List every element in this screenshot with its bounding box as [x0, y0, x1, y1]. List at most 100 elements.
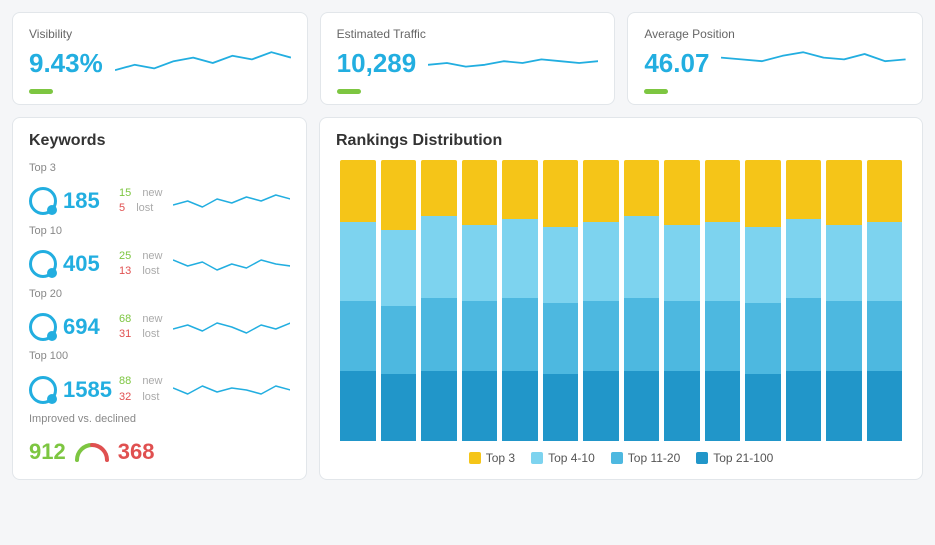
- bar-top11to20: [786, 298, 822, 371]
- bar-top3: [421, 160, 457, 216]
- kw-meta-0: 15 new 5 lost: [119, 186, 163, 217]
- legend-label: Top 21-100: [713, 451, 773, 465]
- rankings-title: Rankings Distribution: [336, 132, 906, 150]
- bar-top21to100: [462, 371, 498, 441]
- sparkline-estimated-traffic: [428, 45, 598, 81]
- improved-value: 912: [29, 439, 66, 465]
- kw-meta-1: 25 new 13 lost: [119, 249, 163, 280]
- legend-label: Top 11-20: [628, 451, 680, 465]
- metric-value-row-average-position: 46.07: [644, 45, 906, 81]
- kw-new-3: 88: [119, 374, 131, 389]
- bar-top4to10: [462, 225, 498, 301]
- declined-value: 368: [118, 439, 155, 465]
- bar-top11to20: [664, 301, 700, 371]
- bar-group: [421, 160, 457, 441]
- improved-section: Improved vs. declined 912 368: [29, 413, 290, 465]
- bar-top21to100: [786, 371, 822, 441]
- bar-top3: [340, 160, 376, 222]
- bar-top21to100: [583, 371, 619, 441]
- kw-number-1: 405: [63, 251, 113, 277]
- metric-value-row-visibility: 9.43%: [29, 45, 291, 81]
- kw-label-1: Top 10: [29, 225, 290, 237]
- kw-sparkline-3: [173, 376, 291, 404]
- bar-top4to10: [624, 216, 660, 298]
- bar-top11to20: [340, 301, 376, 371]
- metric-label-visibility: Visibility: [29, 27, 291, 41]
- legend-item: Top 21-100: [696, 451, 773, 465]
- kw-new-2: 68: [119, 312, 131, 327]
- chart-legend: Top 3 Top 4-10 Top 11-20 Top 21-100: [336, 451, 906, 465]
- kw-row-2: 694 68 new 31 lost: [29, 304, 290, 351]
- bar-top21to100: [664, 371, 700, 441]
- metric-label-average-position: Average Position: [644, 27, 906, 41]
- bar-top11to20: [421, 298, 457, 371]
- kw-number-3: 1585: [63, 377, 113, 403]
- bar-top21to100: [381, 374, 417, 441]
- bar-top3: [583, 160, 619, 222]
- bar-group: [745, 160, 781, 441]
- bar-top3: [705, 160, 741, 222]
- metric-value-visibility: 9.43%: [29, 48, 103, 79]
- bar-group: [664, 160, 700, 441]
- chart-area: Top 3 Top 4-10 Top 11-20 Top 21-100: [336, 160, 906, 465]
- bar-top21to100: [421, 371, 457, 441]
- bar-top11to20: [826, 301, 862, 371]
- metric-card-visibility: Visibility 9.43%: [12, 12, 308, 105]
- bar-group: [462, 160, 498, 441]
- bar-top4to10: [583, 222, 619, 301]
- kw-circle-0: [29, 187, 57, 215]
- gauge-icon: [74, 442, 110, 462]
- legend-label: Top 4-10: [548, 451, 595, 465]
- bar-top11to20: [543, 303, 579, 373]
- bottom-row: Keywords Top 3 185 15 new 5 lost Top 10: [12, 117, 923, 480]
- legend-dot: [531, 452, 543, 464]
- improved-row: 912 368: [29, 429, 290, 465]
- bar-top3: [826, 160, 862, 225]
- bar-top21to100: [745, 374, 781, 441]
- bar-group: [786, 160, 822, 441]
- legend-dot: [696, 452, 708, 464]
- bar-group: [543, 160, 579, 441]
- improved-label: Improved vs. declined: [29, 413, 290, 425]
- kw-circle-1: [29, 250, 57, 278]
- bar-top4to10: [543, 227, 579, 303]
- bar-top21to100: [340, 371, 376, 441]
- bar-top21to100: [502, 371, 538, 441]
- bar-top21to100: [543, 374, 579, 441]
- bar-top3: [664, 160, 700, 225]
- kw-new-0: 15: [119, 186, 131, 201]
- metric-value-row-estimated-traffic: 10,289: [337, 45, 599, 81]
- bar-top21to100: [867, 371, 903, 441]
- bar-top11to20: [745, 303, 781, 373]
- bar-top3: [786, 160, 822, 219]
- kw-label-0: Top 3: [29, 162, 290, 174]
- kw-row-1: 405 25 new 13 lost: [29, 241, 290, 288]
- legend-item: Top 3: [469, 451, 515, 465]
- keyword-row: Top 20 694 68 new 31 lost: [29, 288, 290, 351]
- bar-top4to10: [340, 222, 376, 301]
- bar-group: [867, 160, 903, 441]
- kw-number-0: 185: [63, 188, 113, 214]
- kw-meta-3: 88 new 32 lost: [119, 374, 163, 405]
- keywords-title: Keywords: [29, 132, 290, 150]
- bar-group: [826, 160, 862, 441]
- kw-number-2: 694: [63, 314, 113, 340]
- metric-value-average-position: 46.07: [644, 48, 709, 79]
- legend-label: Top 3: [486, 451, 515, 465]
- kw-sparkline-1: [173, 250, 291, 278]
- bar-top21to100: [624, 371, 660, 441]
- metric-value-estimated-traffic: 10,289: [337, 48, 417, 79]
- bar-top3: [462, 160, 498, 225]
- bar-top21to100: [826, 371, 862, 441]
- legend-dot: [469, 452, 481, 464]
- keywords-card: Keywords Top 3 185 15 new 5 lost Top 10: [12, 117, 307, 480]
- kw-new-1: 25: [119, 249, 131, 264]
- bar-group: [583, 160, 619, 441]
- kw-lost-2: 31: [119, 327, 131, 342]
- kw-lost-0: 5: [119, 201, 125, 216]
- sparkline-average-position: [721, 45, 906, 81]
- bar-top4to10: [867, 222, 903, 301]
- bar-top4to10: [664, 225, 700, 301]
- bar-top3: [502, 160, 538, 219]
- bar-top11to20: [583, 301, 619, 371]
